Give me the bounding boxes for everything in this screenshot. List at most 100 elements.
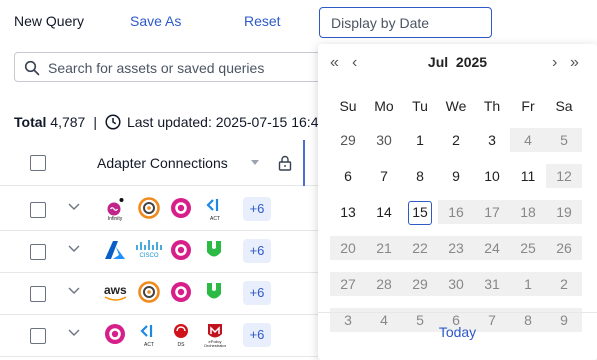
- calendar-day: 4: [510, 128, 546, 152]
- toolbar: New Query Save As Reset: [0, 0, 597, 44]
- calendar-day[interactable]: 29: [330, 128, 366, 152]
- act-icon: ACT: [138, 323, 160, 349]
- new-query-button[interactable]: New Query: [14, 13, 84, 29]
- weekday-header: Fr: [521, 98, 535, 114]
- calendar-day[interactable]: 11: [510, 164, 546, 188]
- weekday-header: We: [445, 98, 467, 114]
- calendar-day: 19: [546, 200, 582, 224]
- calendar-day: 12: [546, 164, 582, 188]
- chevron-down-icon[interactable]: [68, 245, 80, 253]
- calendar-day: 21: [366, 236, 402, 260]
- calendar-day[interactable]: 1: [402, 128, 438, 152]
- reset-button[interactable]: Reset: [244, 13, 281, 29]
- selected-day[interactable]: 15: [408, 201, 432, 225]
- shield-icon: [204, 239, 226, 265]
- total-value: 4,787: [50, 114, 86, 130]
- weekday-header: Su: [339, 98, 357, 114]
- weekday-header: Th: [483, 98, 501, 114]
- calendar-day[interactable]: 8: [402, 164, 438, 188]
- divider: [318, 312, 597, 313]
- row-checkbox[interactable]: [30, 286, 46, 302]
- calendar-day: 20: [330, 236, 366, 260]
- table-row[interactable]: Infinity ACT +6: [0, 189, 320, 231]
- ds-icon: DS: [170, 323, 192, 349]
- calendar-day[interactable]: 15: [402, 200, 438, 225]
- aws-logo-text: aws: [104, 283, 127, 297]
- today-button[interactable]: Today: [318, 324, 597, 340]
- save-as-button[interactable]: Save As: [130, 13, 181, 29]
- calendar-day: 18: [510, 200, 546, 224]
- calendar-day[interactable]: 9: [438, 164, 474, 188]
- calendar-day: 27: [330, 272, 366, 296]
- date-picker-popup: « ‹ Jul 2025 › » Su Mo Tu We Th Fr Sa 29 30 1 2 3 4 5…: [318, 44, 597, 360]
- search-icon: [24, 60, 40, 76]
- row-checkbox[interactable]: [30, 244, 46, 260]
- sort-icon[interactable]: [250, 160, 260, 166]
- chevron-down-icon[interactable]: [68, 329, 80, 337]
- calendar-day[interactable]: 10: [474, 164, 510, 188]
- calendar-day: 23: [438, 236, 474, 260]
- more-adapters-badge[interactable]: +6: [243, 239, 271, 263]
- table-row[interactable]: aws +6: [0, 273, 320, 315]
- aws-icon: aws: [104, 281, 132, 307]
- weekday-header: Tu: [412, 98, 428, 114]
- cloudflare-icon: [170, 197, 192, 223]
- chevron-down-icon[interactable]: [68, 203, 80, 211]
- cloudflare-icon: [170, 239, 192, 265]
- table-header: Adapter Connections: [0, 140, 320, 186]
- azure-icon: [104, 239, 126, 265]
- calendar-day: 5: [546, 128, 582, 152]
- calendar-day: 28: [366, 272, 402, 296]
- calendar-day: 30: [438, 272, 474, 296]
- column-header-adapter-connections[interactable]: Adapter Connections: [97, 155, 228, 171]
- separator: |: [93, 114, 97, 130]
- icon-caption: Infinity: [107, 216, 123, 222]
- next-month-icon[interactable]: ›: [552, 54, 557, 72]
- calendar-day: 24: [474, 236, 510, 260]
- total-label: Total: [14, 114, 47, 130]
- table-row[interactable]: CISCO +6: [0, 231, 320, 273]
- calendar-day[interactable]: 30: [366, 128, 402, 152]
- column-resize-handle[interactable]: [303, 140, 305, 186]
- display-by-date-input[interactable]: Display by Date: [319, 7, 492, 38]
- cisco-icon: CISCO: [134, 239, 164, 265]
- calendar-day[interactable]: 3: [474, 128, 510, 152]
- calendar-day: 2: [546, 272, 582, 296]
- icon-caption: DS: [177, 342, 185, 348]
- more-adapters-badge[interactable]: +6: [243, 323, 271, 347]
- act-icon: ACT: [204, 197, 226, 223]
- epolicy-icon: ePolicy Orchestrator: [204, 323, 226, 349]
- infinity-icon: Infinity: [104, 197, 126, 223]
- weekday-header: Sa: [555, 98, 573, 114]
- weekday-header: Mo: [374, 98, 394, 114]
- calendar-day: 29: [402, 272, 438, 296]
- lock-icon[interactable]: [278, 155, 292, 171]
- calendar-day[interactable]: 6: [330, 164, 366, 188]
- calendar-day: 25: [510, 236, 546, 260]
- cloudflare-icon: [104, 323, 126, 349]
- more-adapters-badge[interactable]: +6: [243, 197, 271, 221]
- calendar-day[interactable]: 13: [330, 200, 366, 224]
- calendar-day[interactable]: 2: [438, 128, 474, 152]
- calendar-day: 31: [474, 272, 510, 296]
- select-all-checkbox[interactable]: [30, 155, 46, 171]
- icon-caption: ePolicy Orchestrator: [203, 339, 227, 348]
- updated-label: Last updated:: [126, 114, 212, 130]
- calendar-day: 16: [438, 200, 474, 224]
- icon-caption: ACT: [144, 342, 154, 348]
- chevron-down-icon[interactable]: [68, 287, 80, 295]
- more-adapters-badge[interactable]: +6: [243, 281, 271, 305]
- calendar-day: 1: [510, 272, 546, 296]
- cyberark-icon: [138, 197, 160, 223]
- search-input[interactable]: Search for assets or saved queries: [14, 52, 334, 82]
- next-year-icon[interactable]: »: [570, 54, 579, 72]
- calendar-day: 26: [546, 236, 582, 260]
- year-label: 2025: [455, 54, 488, 70]
- summary-line: Total 4,787 | Last updated: 2025-07-15 16:…: [14, 114, 319, 130]
- table-row[interactable]: ACT DS ePolicy Orchestrator +6: [0, 315, 320, 357]
- calendar-day[interactable]: 14: [366, 200, 402, 224]
- row-checkbox[interactable]: [30, 202, 46, 218]
- row-checkbox[interactable]: [30, 328, 46, 344]
- calendar-day[interactable]: 7: [366, 164, 402, 188]
- search-placeholder: Search for assets or saved queries: [48, 60, 265, 76]
